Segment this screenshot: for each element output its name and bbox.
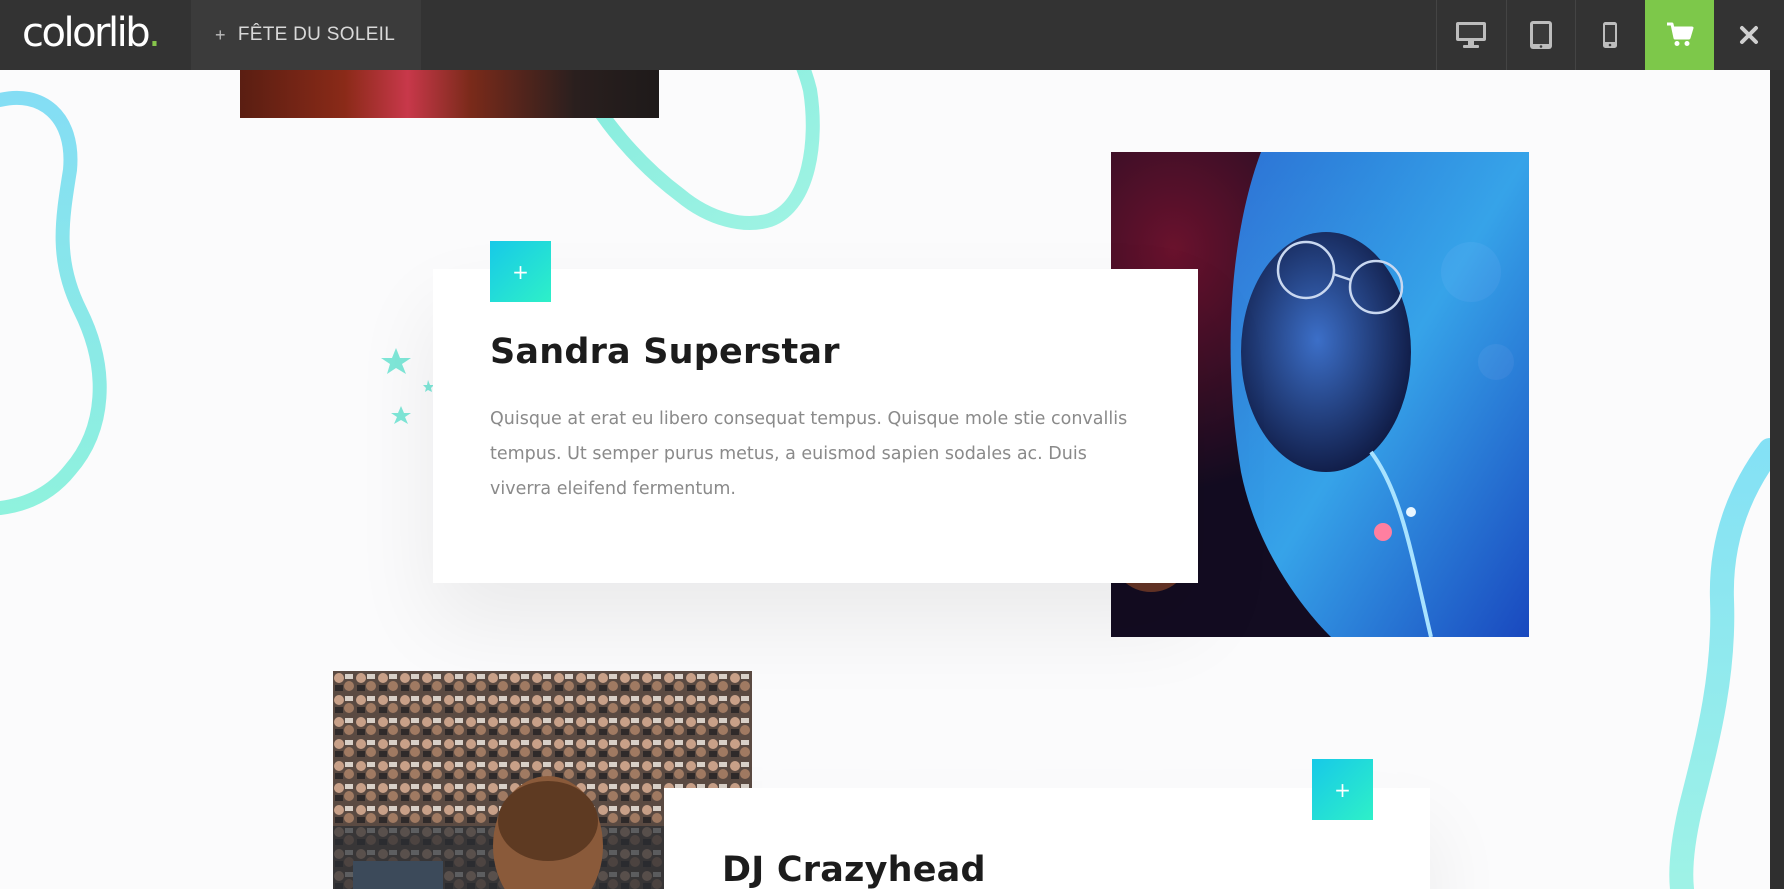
artist-name: Sandra Superstar (490, 332, 840, 372)
logo-dot: . (148, 10, 161, 56)
scrollbar[interactable] (1770, 70, 1784, 889)
expand-button-dj[interactable]: + (1312, 759, 1373, 820)
tablet-view-button[interactable] (1506, 0, 1575, 70)
desktop-view-button[interactable] (1436, 0, 1505, 70)
plus-icon: + (215, 24, 226, 45)
logo-text: colorlib (22, 10, 151, 56)
mobile-view-button[interactable] (1575, 0, 1644, 70)
close-icon (1740, 26, 1758, 44)
mobile-icon (1603, 22, 1617, 48)
artist-description: Quisque at erat eu libero consequat temp… (490, 409, 1128, 499)
theme-selector[interactable]: + FÊTE DU SOLEIL (191, 0, 421, 70)
theme-name: FÊTE DU SOLEIL (237, 24, 396, 45)
artist-name: DJ Crazyhead (722, 850, 986, 889)
plus-icon: + (512, 259, 529, 284)
close-button[interactable] (1714, 0, 1784, 70)
expand-button-sandra[interactable]: + (490, 241, 551, 302)
preview-frame: + Sandra Superstar Quisque at erat eu li… (0, 70, 1770, 889)
artist-photo-top (240, 70, 659, 118)
tablet-icon (1530, 21, 1552, 49)
colorlib-logo[interactable]: colorlib. (22, 10, 161, 56)
plus-icon: + (1334, 777, 1351, 802)
top-bar: colorlib. + FÊTE DU SOLEIL (0, 0, 1784, 70)
cart-icon (1666, 22, 1693, 46)
desktop-icon (1456, 22, 1486, 48)
buy-now-button[interactable] (1645, 0, 1714, 70)
